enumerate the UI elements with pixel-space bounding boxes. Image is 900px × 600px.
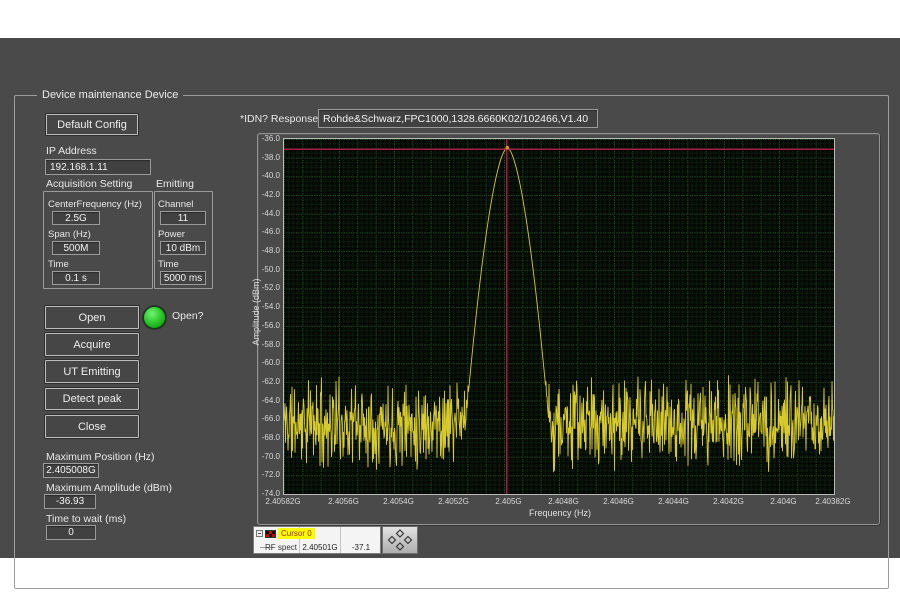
x-tick-label: 2.4048G: [542, 497, 586, 506]
cursor-style-swatch-icon[interactable]: [265, 530, 276, 538]
y-tick-label: -60.0: [244, 358, 280, 367]
front-panel: Device maintenance Device Default Config…: [0, 38, 900, 558]
ut-emitting-button[interactable]: UT Emitting: [45, 360, 139, 383]
y-tick-label: -68.0: [244, 433, 280, 442]
y-tick-label: -58.0: [244, 340, 280, 349]
y-tick-label: -62.0: [244, 377, 280, 386]
y-tick-label: -72.0: [244, 470, 280, 479]
max-amplitude-field: -36.93: [44, 494, 96, 509]
time-to-wait-field[interactable]: 0: [46, 525, 96, 540]
spectrum-plot-svg: [284, 139, 834, 494]
acquisition-setting-label: Acquisition Setting: [46, 178, 132, 190]
close-button[interactable]: Close: [45, 415, 139, 438]
x-tick-label: 2.4052G: [432, 497, 476, 506]
emit-time-field[interactable]: 5000 ms: [160, 271, 206, 285]
y-tick-label: -56.0: [244, 321, 280, 330]
y-tick-label: -54.0: [244, 302, 280, 311]
span-label: Span (Hz): [48, 229, 91, 240]
acq-time-field[interactable]: 0.1 s: [52, 271, 100, 285]
y-tick-label: -46.0: [244, 227, 280, 236]
channel-field[interactable]: 11: [160, 211, 206, 225]
cursor-legend[interactable]: Cursor 0 RF spect 2.40501G -37.1: [253, 526, 381, 554]
acq-time-label: Time: [48, 259, 69, 270]
x-tick-label: 2.404G: [762, 497, 806, 506]
cursor-plot-name: RF spect: [254, 543, 298, 552]
cursor-name-cell[interactable]: Cursor 0: [278, 528, 315, 539]
detect-peak-button[interactable]: Detect peak: [45, 388, 139, 410]
x-tick-label: 2.40582G: [261, 497, 305, 506]
cursor-y-value: -37.1: [341, 543, 381, 552]
max-position-label: Maximum Position (Hz): [46, 451, 155, 463]
y-tick-label: -36.0: [244, 134, 280, 143]
cursor-mover-button[interactable]: [382, 526, 418, 554]
x-tick-label: 2.4056G: [322, 497, 366, 506]
acquire-button[interactable]: Acquire: [45, 333, 139, 356]
open-led-indicator: [143, 306, 166, 329]
idn-response-field: Rohde&Schwarz,FPC1000,1328.6660K02/10246…: [318, 109, 598, 128]
cursor-x-value: 2.40501G: [300, 543, 340, 552]
x-tick-label: 2.40382G: [811, 497, 855, 506]
y-tick-label: -42.0: [244, 190, 280, 199]
ip-address-field[interactable]: 192.168.1.11: [45, 159, 151, 175]
legend-expander-icon[interactable]: [256, 530, 263, 537]
time-to-wait-label: Time to wait (ms): [46, 513, 126, 525]
y-tick-label: -38.0: [244, 153, 280, 162]
diamond-pad-icon: [385, 528, 415, 552]
application-window: Device maintenance Device Default Config…: [0, 0, 900, 600]
channel-label: Channel: [158, 199, 193, 210]
y-tick-label: -40.0: [244, 171, 280, 180]
open-button[interactable]: Open: [45, 306, 139, 329]
max-amplitude-label: Maximum Amplitude (dBm): [46, 482, 172, 494]
y-tick-label: -48.0: [244, 246, 280, 255]
ip-address-label: IP Address: [46, 145, 97, 157]
y-tick-label: -52.0: [244, 283, 280, 292]
power-field[interactable]: 10 dBm: [160, 241, 206, 255]
span-field[interactable]: 500M: [52, 241, 100, 255]
x-tick-label: 2.4046G: [597, 497, 641, 506]
y-tick-label: -70.0: [244, 452, 280, 461]
default-config-button[interactable]: Default Config: [46, 114, 138, 135]
y-tick-label: -44.0: [244, 209, 280, 218]
emitting-label: Emitting: [156, 178, 194, 190]
idn-response-label: *IDN? Response: [240, 113, 318, 125]
open-led-label: Open?: [172, 310, 204, 322]
spectrum-plot-area[interactable]: [283, 138, 835, 495]
power-label: Power: [158, 229, 185, 240]
x-tick-label: 2.405G: [487, 497, 531, 506]
center-frequency-field[interactable]: 2.5G: [52, 211, 100, 225]
center-frequency-label: CenterFrequency (Hz): [48, 199, 142, 210]
groupbox-title: Device maintenance Device: [37, 89, 183, 101]
max-position-field: 2.405008G: [43, 463, 99, 478]
x-tick-label: 2.4042G: [707, 497, 751, 506]
y-tick-label: -64.0: [244, 396, 280, 405]
y-tick-label: -50.0: [244, 265, 280, 274]
x-tick-label: 2.4044G: [652, 497, 696, 506]
emit-time-label: Time: [158, 259, 179, 270]
y-tick-label: -66.0: [244, 414, 280, 423]
x-tick-label: 2.4054G: [377, 497, 421, 506]
x-axis-title: Frequency (Hz): [498, 508, 622, 518]
